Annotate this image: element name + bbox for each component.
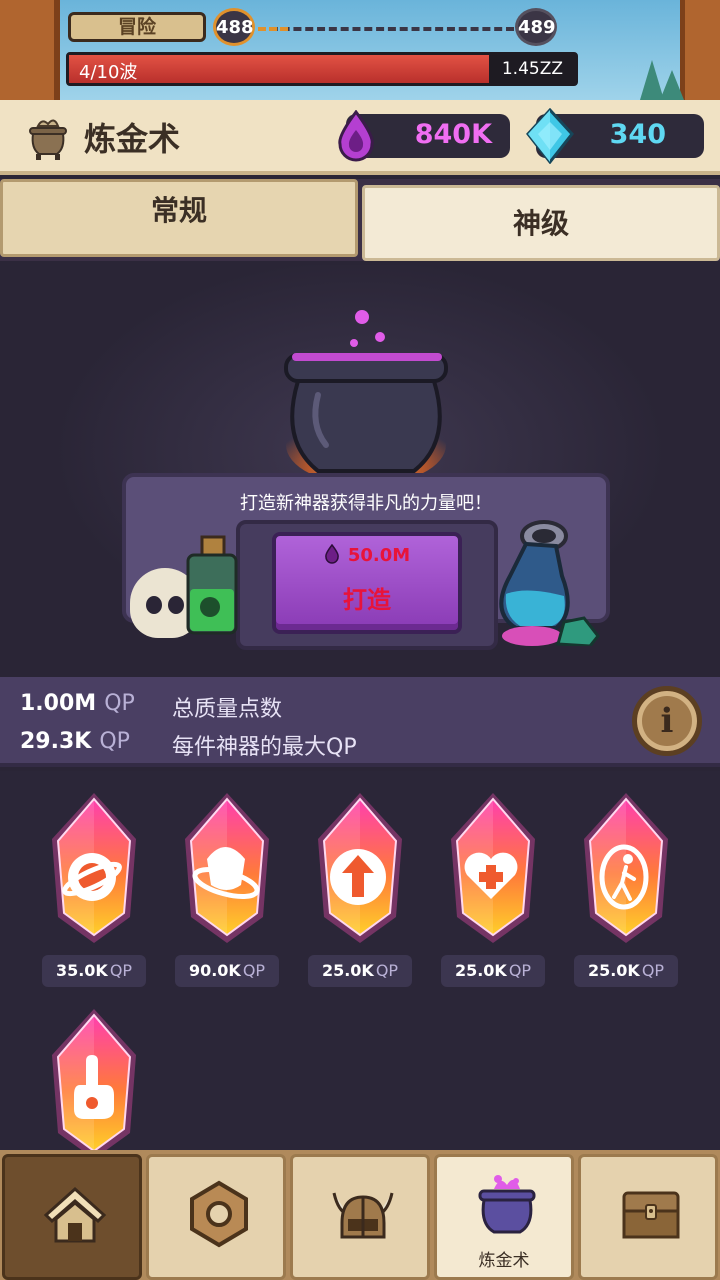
skull-eye: [146, 596, 162, 614]
artifact-grid: 35.0K QP 90.0K QP 25.0K QP 25.0K QP 25.0K: [0, 771, 720, 1160]
qp-max-value: 29.3K: [20, 729, 92, 754]
cauldron-icon: [29, 119, 67, 160]
blue-gem-icon: [526, 108, 574, 164]
viking-helmet-icon: [332, 1192, 394, 1239]
stage-next: 489: [515, 8, 557, 46]
tab-normal[interactable]: 常规: [0, 179, 358, 257]
orbit-ring-icon: [192, 847, 260, 899]
qp-max-desc: 每件神器的最大QP: [172, 735, 357, 760]
bottom-nav: 炼金术: [0, 1150, 720, 1280]
artifact-item[interactable]: 25.0K QP: [435, 787, 551, 987]
artifact-price-unit: QP: [375, 961, 399, 980]
enemy-hp: 1.45ZZ: [501, 59, 563, 79]
essence-value: 840K: [414, 119, 492, 150]
forge-button[interactable]: 50.0M 打造: [272, 532, 462, 634]
gem-value: 340: [609, 119, 666, 150]
purple-drop-icon: [324, 544, 339, 564]
artifact-price-unit: QP: [109, 961, 133, 980]
arrow-up-icon: [330, 849, 386, 905]
qp-max-unit: QP: [99, 729, 130, 754]
tree-right-decoration: [680, 0, 720, 100]
artifact-item[interactable]: 35.0K QP: [36, 787, 152, 987]
home-icon: [43, 1186, 107, 1243]
artifact-price: 25.0K QP: [574, 955, 678, 987]
qp-total-row: 1.00M QP 总质量点数: [20, 691, 282, 722]
nav-heroes[interactable]: [290, 1154, 430, 1280]
pine-tree-icon: [660, 70, 684, 100]
heart-plus-icon: [464, 852, 518, 899]
artifact-price-value: 35.0K: [55, 961, 108, 980]
nav-upgrades[interactable]: [146, 1154, 286, 1280]
nav-chest[interactable]: [578, 1154, 718, 1280]
nav-home[interactable]: [2, 1154, 142, 1280]
forge-cost: 50.0M: [276, 544, 458, 566]
gem-counter[interactable]: 340: [526, 108, 704, 164]
cauldron-icon: [478, 1175, 536, 1234]
qp-max-row: 29.3K QP 每件神器的最大QP: [20, 729, 357, 760]
qp-total-unit: QP: [104, 691, 135, 716]
planet-icon: [62, 853, 122, 901]
big-cauldron-icon: [284, 310, 448, 485]
forge-cost-value: 50.0M: [347, 545, 411, 566]
nav-alchemy[interactable]: 炼金术: [434, 1154, 574, 1280]
nav-alchemy-label: 炼金术: [478, 1251, 530, 1271]
artifact-price-value: 90.0K: [188, 961, 241, 980]
artifact-price: 35.0K QP: [42, 955, 146, 987]
artifact-price-unit: QP: [242, 961, 266, 980]
qp-total-desc: 总质量点数: [172, 697, 283, 722]
forge-message: 打造新神器获得非凡的力量吧！: [240, 493, 492, 514]
hex-nut-icon: [190, 1180, 248, 1248]
artifact-price-value: 25.0K: [587, 961, 640, 980]
green-potion-icon: [186, 535, 238, 635]
artifact-price: 90.0K QP: [175, 955, 279, 987]
purple-drop-icon: [338, 110, 374, 162]
stage-path-progress: [258, 27, 288, 31]
artifact-item[interactable]: 90.0K QP: [169, 787, 285, 987]
alchemy-header: 炼金术 840K 340: [0, 100, 720, 175]
tab-divine[interactable]: 神级: [362, 185, 720, 261]
artifact-price-unit: QP: [641, 961, 665, 980]
artifact-price: 25.0K QP: [308, 955, 412, 987]
stage-path: [258, 27, 514, 31]
artifact-price: 25.0K QP: [441, 955, 545, 987]
tab-bar: 常规 神级: [0, 179, 720, 261]
qp-total-value: 1.00M: [20, 691, 97, 716]
gem-rocks-icon: [502, 616, 600, 646]
artifact-price-value: 25.0K: [321, 961, 374, 980]
tree-left-decoration: [0, 0, 60, 100]
artifact-item[interactable]: 25.0K QP: [568, 787, 684, 987]
artifact-item[interactable]: 25.0K QP: [302, 787, 418, 987]
info-icon: i: [660, 701, 674, 741]
forge-button-label: 打造: [343, 586, 391, 614]
stage-current: 488: [213, 8, 255, 46]
wave-count: 4/10波: [79, 62, 138, 83]
treasure-chest-icon: [622, 1191, 680, 1239]
adventure-label[interactable]: 冒险: [68, 12, 206, 42]
info-button[interactable]: i: [632, 686, 702, 756]
page-title: 炼金术: [84, 120, 181, 158]
artifact-price-value: 25.0K: [454, 961, 507, 980]
hand-finger-icon: [74, 1055, 114, 1119]
wave-progress-bar: 4/10波 1.45ZZ: [66, 52, 578, 86]
artifact-price-unit: QP: [508, 961, 532, 980]
essence-counter[interactable]: 840K: [338, 110, 510, 162]
portal-figure-icon: [599, 844, 649, 910]
qp-stats: 1.00M QP 总质量点数 29.3K QP 每件神器的最大QP: [0, 677, 720, 767]
